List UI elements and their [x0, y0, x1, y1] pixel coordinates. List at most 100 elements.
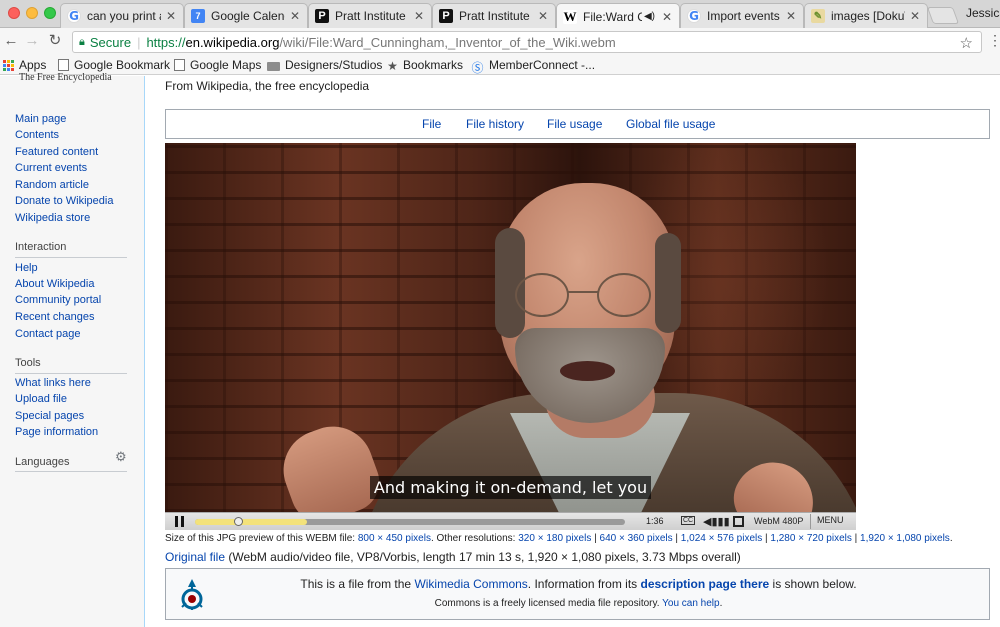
bookmark-folder[interactable]: Designers/Studios [267, 58, 382, 72]
sidebar-item-upload-file[interactable]: Upload file [15, 393, 67, 405]
sidebar-item-page-information[interactable]: Page information [15, 426, 98, 438]
sidebar-item-current-events[interactable]: Current events [15, 162, 87, 174]
sidebar-item-contents[interactable]: Contents [15, 129, 59, 141]
browser-tab[interactable]: G Import events t ✕ [680, 3, 804, 28]
description-page-link[interactable]: description page there [641, 577, 770, 591]
sidebar-heading-languages: Languages [15, 456, 70, 468]
sidebar-item-special-pages[interactable]: Special pages [15, 410, 84, 422]
sidebar-item-recent-changes[interactable]: Recent changes [15, 311, 95, 323]
wikipedia-icon: W [563, 8, 577, 24]
tab-file-history[interactable]: File history [466, 117, 524, 131]
reload-icon[interactable]: ↻ [46, 32, 64, 50]
close-icon[interactable]: ✕ [289, 9, 301, 23]
resolution-separator: | [851, 533, 861, 544]
sidebar-item-about[interactable]: About Wikipedia [15, 278, 95, 290]
original-file-link[interactable]: Original file [165, 550, 225, 564]
url-scheme: https:// [146, 34, 186, 50]
file-page-tabs: File File history File usage Global file… [165, 109, 990, 139]
wiki-sidebar: The Free Encyclopedia Main page Contents… [0, 72, 144, 627]
video-frame-glasses [515, 273, 569, 317]
close-icon[interactable]: ✕ [537, 9, 549, 23]
resolution-link[interactable]: 1,920 × 1,080 pixels [860, 533, 950, 544]
close-icon[interactable]: ✕ [785, 9, 797, 23]
back-arrow-icon[interactable]: ← [2, 32, 20, 50]
commons-link[interactable]: Wikimedia Commons [414, 577, 527, 591]
bookmark-item[interactable]: Google Bookmark [58, 58, 170, 72]
close-icon[interactable]: ✕ [165, 9, 177, 23]
browser-tab[interactable]: P Pratt Institute ✕ [308, 3, 432, 28]
bookmark-apps[interactable]: Apps [3, 58, 46, 72]
bookmark-item[interactable]: ★ Bookmarks [387, 58, 464, 73]
bookmark-item[interactable]: Google Maps [174, 58, 261, 72]
seek-buffered [195, 519, 307, 525]
tab-title: Pratt Institute [335, 9, 406, 23]
sidebar-item-main-page[interactable]: Main page [15, 113, 66, 125]
resolution-link[interactable]: 1,280 × 720 pixels [770, 533, 851, 544]
resolution-link[interactable]: 1,024 × 576 pixels [681, 533, 762, 544]
sidebar-item-donate[interactable]: Donate to Wikipedia [15, 195, 113, 207]
content-border [144, 76, 145, 627]
original-file-line: Original file (WebM audio/video file, VP… [165, 550, 741, 564]
url-path: /wiki/File:Ward_Cunningham,_Inventor_of_… [279, 34, 616, 50]
pratt-icon: P [315, 9, 329, 23]
video-frame-hair [655, 233, 681, 333]
close-icon[interactable]: ✕ [413, 9, 425, 23]
close-window-button[interactable] [8, 7, 20, 19]
sidebar-item-what-links-here[interactable]: What links here [15, 377, 91, 389]
seek-bar[interactable] [195, 517, 625, 526]
browser-menu-icon[interactable]: ⋮ [988, 32, 1000, 49]
video-controls: 1:36 CC ◀▮▮▮ WebM 480P MENU [165, 512, 856, 530]
bookmark-label: Designers/Studios [285, 58, 383, 72]
player-menu-button[interactable]: MENU [810, 514, 850, 529]
video-subtitle: And making it on-demand, let you [165, 476, 856, 499]
sidebar-item-contact-page[interactable]: Contact page [15, 328, 80, 340]
sidebar-item-random-article[interactable]: Random article [15, 179, 89, 191]
browser-tab-active[interactable]: W File:Ward Cu ◀) ✕ [556, 3, 680, 29]
resolution-link[interactable]: 320 × 180 pixels [518, 533, 591, 544]
page-icon [174, 59, 185, 71]
address-bar[interactable]: 🔒︎ Secure | https:// en.wikipedia.org /w… [72, 31, 982, 53]
maximize-window-button[interactable] [44, 7, 56, 19]
captions-icon[interactable]: CC [681, 516, 696, 525]
sidebar-item-wikipedia-store[interactable]: Wikipedia store [15, 212, 90, 224]
minimize-window-button[interactable] [26, 7, 38, 19]
sidebar-item-featured-content[interactable]: Featured content [15, 146, 98, 158]
forward-arrow-icon[interactable]: → [23, 32, 41, 50]
commons-notice-line2: Commons is a freely licensed media file … [166, 598, 991, 609]
browser-tab[interactable]: P Pratt Institute ✕ [432, 3, 556, 28]
you-can-help-link[interactable]: You can help [662, 598, 719, 609]
sidebar-divider [15, 373, 127, 374]
quality-selector[interactable]: WebM 480P [754, 516, 803, 526]
sidebar-item-help[interactable]: Help [15, 262, 38, 274]
lock-icon: 🔒︎ [79, 35, 85, 48]
video-frame-glasses-bridge [567, 291, 599, 293]
sidebar-item-community-portal[interactable]: Community portal [15, 294, 101, 306]
fullscreen-icon[interactable] [733, 516, 744, 527]
close-icon[interactable]: ✕ [909, 9, 921, 23]
new-tab-button[interactable] [926, 7, 960, 24]
browser-tab[interactable]: ✎ images [DokuW ✕ [804, 3, 928, 28]
resolution-link[interactable]: 640 × 360 pixels [600, 533, 673, 544]
bookmarks-bar: Apps Google Bookmark Google Maps Designe… [0, 56, 1000, 75]
dokuwiki-icon: ✎ [811, 9, 825, 23]
browser-tab[interactable]: G can you print a ✕ [60, 3, 184, 28]
preview-size-link[interactable]: 800 × 450 pixels [358, 533, 431, 544]
gear-icon[interactable]: ⚙ [115, 449, 127, 465]
bookmark-item[interactable]: Ⓢ MemberConnect -... [471, 58, 595, 75]
tab-global-file-usage[interactable]: Global file usage [626, 117, 715, 131]
seek-handle[interactable] [233, 517, 243, 526]
close-icon[interactable]: ✕ [661, 10, 673, 24]
volume-icon[interactable]: ◀▮▮▮ [703, 515, 730, 528]
bookmark-label: Bookmarks [403, 58, 464, 72]
bookmark-star-icon[interactable]: ☆ [960, 34, 973, 52]
browser-tab[interactable]: 7 Google Calenda ✕ [184, 3, 308, 28]
profile-name[interactable]: Jessica [966, 6, 1000, 20]
tab-file-usage[interactable]: File usage [547, 117, 602, 131]
pause-icon[interactable] [175, 516, 185, 527]
google-icon: G [67, 9, 81, 23]
tab-file[interactable]: File [422, 117, 441, 131]
browser-toolbar: ← → ↻ 🔒︎ Secure | https:// en.wikipedia.… [0, 28, 1000, 56]
speaker-icon[interactable]: ◀) [644, 11, 655, 22]
video-player[interactable]: And making it on-demand, let you [165, 143, 856, 512]
video-frame-glasses [597, 273, 651, 317]
